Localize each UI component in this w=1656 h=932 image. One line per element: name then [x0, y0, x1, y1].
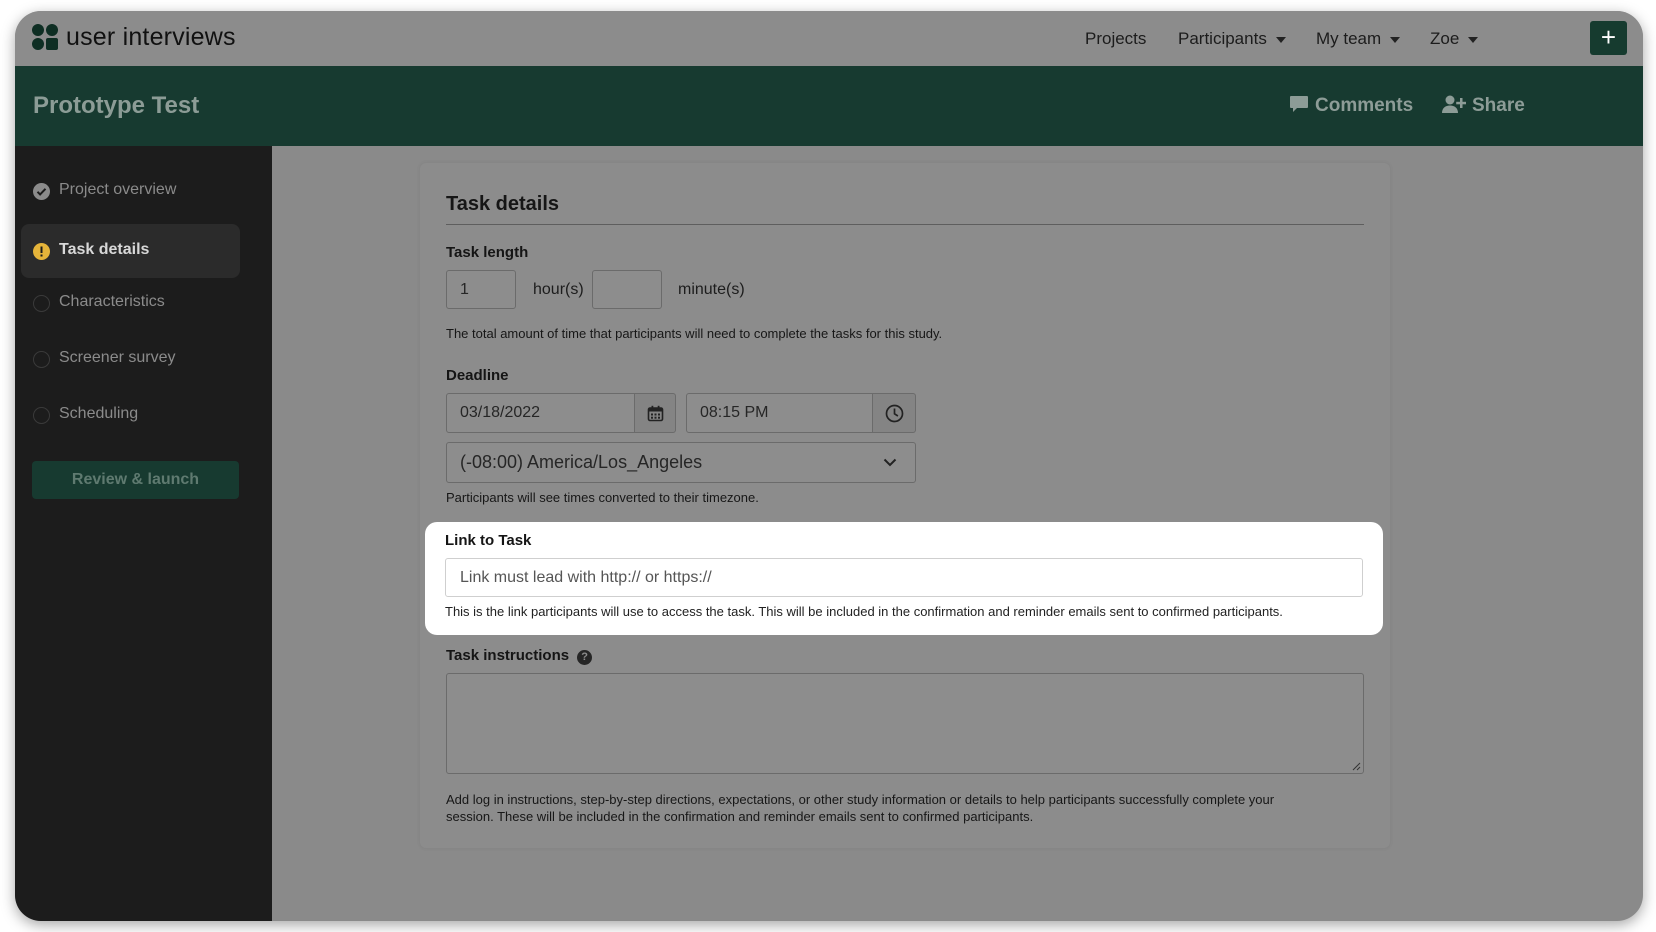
caret-down-icon [1468, 36, 1479, 43]
project-title: Prototype Test [33, 92, 200, 119]
chevron-down-icon [883, 458, 897, 467]
link-to-task-label: Link to Task [445, 532, 532, 549]
help-icon[interactable]: ? [577, 650, 593, 665]
empty-circle-icon [33, 295, 50, 312]
nav-participants-label: Participants [1178, 29, 1267, 48]
nav-my-team-label: My team [1316, 29, 1382, 48]
sidebar: Project overview Task details Characteri… [15, 146, 272, 921]
task-instructions-help-line2: session. These will be included in the c… [446, 809, 1034, 824]
sidebar-item-label: Project overview [59, 181, 177, 198]
task-length-label: Task length [446, 244, 529, 261]
nav-my-team[interactable]: My team [1316, 29, 1401, 49]
nav-user-label: Zoe [1430, 29, 1460, 48]
link-to-task-help: This is the link participants will use t… [445, 604, 1283, 619]
sidebar-item-label: Characteristics [59, 293, 165, 310]
clock-icon [885, 404, 903, 422]
app-window: user interviews Projects Participants My… [15, 11, 1643, 921]
share-button[interactable]: Share [1442, 95, 1525, 117]
calendar-icon [647, 405, 663, 421]
comments-button[interactable]: Comments [1289, 95, 1413, 117]
logo-icon[interactable] [32, 24, 60, 52]
sidebar-item-screener-survey[interactable]: Screener survey [21, 332, 240, 386]
minutes-unit-label: minute(s) [678, 281, 745, 298]
minutes-input[interactable] [592, 270, 662, 309]
share-label: Share [1472, 95, 1525, 116]
task-length-help: The total amount of time that participan… [446, 326, 943, 341]
sidebar-item-label: Screener survey [59, 349, 176, 366]
deadline-label: Deadline [446, 367, 509, 384]
add-user-icon [1442, 95, 1467, 113]
task-instructions-label: Task instructions? [446, 647, 593, 665]
hours-unit-label: hour(s) [533, 281, 584, 298]
hours-input[interactable]: 1 [446, 270, 516, 309]
deadline-time-input[interactable]: 08:15 PM [686, 393, 873, 433]
timezone-value: (-08:00) America/Los_Angeles [460, 452, 703, 472]
brand-name[interactable]: user interviews [66, 23, 236, 52]
sidebar-item-task-details[interactable]: Task details [21, 224, 240, 278]
clock-button[interactable] [872, 393, 916, 433]
sidebar-item-characteristics[interactable]: Characteristics [21, 276, 240, 330]
empty-circle-icon [33, 407, 50, 424]
check-circle-icon [33, 183, 50, 200]
empty-circle-icon [33, 351, 50, 368]
deadline-date-input[interactable]: 03/18/2022 [446, 393, 635, 433]
divider [446, 224, 1364, 225]
sidebar-item-label: Scheduling [59, 405, 139, 422]
nav-participants[interactable]: Participants [1178, 29, 1286, 49]
nav-user-menu[interactable]: Zoe [1430, 29, 1479, 49]
section-title: Task details [446, 193, 560, 215]
comment-icon [1290, 96, 1308, 112]
timezone-help: Participants will see times converted to… [446, 490, 759, 505]
task-instructions-label-text: Task instructions [446, 647, 570, 664]
caret-down-icon [1275, 36, 1286, 43]
sidebar-item-project-overview[interactable]: Project overview [21, 164, 240, 218]
link-to-task-input[interactable]: Link must lead with http:// or https:// [445, 558, 1363, 597]
timezone-select[interactable]: (-08:00) America/Los_Angeles [446, 442, 916, 483]
comments-label: Comments [1315, 95, 1414, 116]
nav-projects-label: Projects [1085, 29, 1147, 48]
caret-down-icon [1390, 36, 1401, 43]
sidebar-item-label: Task details [59, 241, 150, 258]
task-instructions-textarea[interactable] [446, 673, 1364, 774]
warning-icon [33, 243, 50, 260]
calendar-button[interactable] [634, 393, 676, 433]
resize-grip-icon[interactable] [1351, 761, 1361, 771]
top-nav: user interviews Projects Participants My… [15, 11, 1643, 66]
review-launch-button[interactable]: Review & launch [32, 461, 239, 499]
nav-projects[interactable]: Projects [1085, 29, 1146, 49]
link-to-task-panel: Link to Task Link must lead with http://… [425, 522, 1383, 635]
create-new-button[interactable]: + [1590, 21, 1627, 55]
sidebar-item-scheduling[interactable]: Scheduling [21, 388, 240, 442]
task-details-card: Task details Task length 1 hour(s) minut… [420, 163, 1390, 848]
project-header: Prototype Test Comments Share [15, 66, 1643, 146]
task-instructions-help-line1: Add log in instructions, step-by-step di… [446, 792, 1275, 807]
